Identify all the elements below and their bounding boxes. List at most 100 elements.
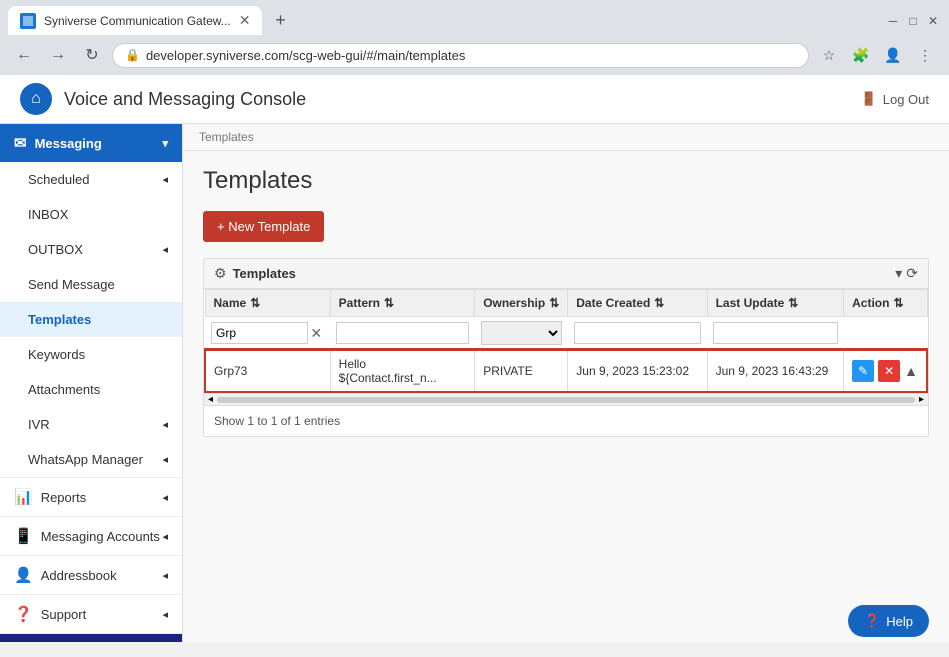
scroll-up-button[interactable]: ▲ (904, 363, 918, 379)
window-restore-button[interactable]: □ (905, 13, 921, 29)
tab-favicon (20, 13, 36, 29)
sidebar-item-whatsapp[interactable]: WhatsApp Manager ◂ (0, 442, 182, 477)
sidebar-item-ivr[interactable]: IVR ◂ (0, 407, 182, 442)
menu-icon[interactable]: ⋮ (911, 41, 939, 69)
sidebar-item-app-wizard[interactable]: ⬡ Application Wizard BETA (0, 634, 182, 642)
breadcrumb: Templates (183, 124, 949, 151)
col-ownership[interactable]: Ownership⇅ (475, 290, 568, 317)
reports-icon: 📊 (14, 488, 33, 506)
sidebar-item-keywords[interactable]: Keywords (0, 337, 182, 372)
support-label: Support (41, 607, 87, 622)
filter-row: ✕ PRIVATE (205, 317, 927, 351)
filter-last-update-cell[interactable] (707, 317, 844, 351)
table-footer: Show 1 to 1 of 1 entries (204, 405, 928, 436)
table-toolbar: ⚙ Templates ▾ ⟳ (204, 259, 928, 289)
new-template-button[interactable]: + New Template (203, 211, 324, 242)
sidebar-item-scheduled[interactable]: Scheduled ◂ (0, 162, 182, 197)
scroll-right-icon[interactable]: ▸ (919, 394, 924, 405)
forward-button[interactable]: → (44, 41, 72, 69)
tab-bar: Syniverse Communication Gatew... ✕ + ─ □… (0, 0, 949, 35)
tab-title: Syniverse Communication Gatew... (44, 14, 231, 28)
browser-nav: ← → ↻ 🔒 ☆ 🧩 👤 ⋮ (0, 35, 949, 75)
cell-pattern: Hello ${Contact.first_n... (330, 350, 475, 392)
sidebar-item-templates[interactable]: Templates (0, 302, 182, 337)
addressbook-section: 👤 Addressbook ◂ (0, 556, 182, 595)
app-body: ✉ Messaging ▾ Scheduled ◂ INBOX OUTBOX ◂… (0, 124, 949, 642)
filter-last-update-input[interactable] (713, 322, 838, 344)
sidebar-item-support[interactable]: ❓ Support ◂ (0, 595, 182, 633)
messaging-section: ✉ Messaging ▾ Scheduled ◂ INBOX OUTBOX ◂… (0, 124, 182, 478)
filter-name-clear-button[interactable]: ✕ (308, 325, 324, 342)
delete-button[interactable]: ✕ (878, 360, 900, 382)
extensions-icon[interactable]: 🧩 (847, 41, 875, 69)
sidebar-item-messaging[interactable]: ✉ Messaging ▾ (0, 124, 182, 162)
cell-name: Grp73 (205, 350, 330, 392)
table-horizontal-scrollbar[interactable]: ◂ ▸ (204, 393, 928, 405)
filter-date-created-cell[interactable] (568, 317, 707, 351)
cell-last-update: Jun 9, 2023 16:43:29 (707, 350, 844, 392)
browser-tab-active[interactable]: Syniverse Communication Gatew... ✕ (8, 6, 262, 35)
back-button[interactable]: ← (10, 41, 38, 69)
filter-action-cell (844, 317, 927, 351)
filter-ownership-select[interactable]: PRIVATE PUBLIC (481, 321, 562, 345)
filter-ownership-cell[interactable]: PRIVATE PUBLIC (475, 317, 568, 351)
messaging-accounts-chevron-icon: ◂ (162, 530, 168, 543)
sidebar-item-addressbook[interactable]: 👤 Addressbook ◂ (0, 556, 182, 594)
help-button[interactable]: ❓ Help (848, 605, 929, 637)
table-entries-count: Show 1 to 1 of 1 entries (214, 414, 340, 428)
close-tab-icon[interactable]: ✕ (239, 12, 251, 29)
home-icon[interactable]: ⌂ (20, 83, 52, 115)
filter-pattern-cell[interactable] (330, 317, 475, 351)
page-content: Templates + New Template ⚙ Templates ▾ ⟳ (183, 151, 949, 453)
scroll-left-icon[interactable]: ◂ (208, 394, 213, 405)
messaging-accounts-section: 📱 Messaging Accounts ◂ (0, 517, 182, 556)
sidebar-item-inbox[interactable]: INBOX (0, 197, 182, 232)
address-bar[interactable]: 🔒 (112, 43, 809, 68)
messaging-chevron-icon: ▾ (162, 137, 168, 150)
new-tab-button[interactable]: + (266, 7, 294, 35)
scheduled-label: Scheduled (28, 172, 89, 187)
filter-pattern-input[interactable] (336, 322, 469, 344)
table-refresh-button[interactable]: ⟳ (906, 265, 918, 282)
col-date-created[interactable]: Date Created⇅ (568, 290, 707, 317)
profile-icon[interactable]: 👤 (879, 41, 907, 69)
sidebar-item-reports[interactable]: 📊 Reports ◂ (0, 478, 182, 516)
logout-button[interactable]: 🚪 Log Out (861, 91, 929, 107)
bookmark-icon[interactable]: ☆ (815, 41, 843, 69)
sidebar-item-attachments[interactable]: Attachments (0, 372, 182, 407)
table-header-row: Name⇅ Pattern⇅ Ownership⇅ (205, 290, 927, 317)
window-close-button[interactable]: ✕ (925, 13, 941, 29)
main-content: Templates Templates + New Template ⚙ Tem… (183, 124, 949, 642)
table-collapse-button[interactable]: ▾ (895, 265, 902, 282)
table-header-label: Templates (233, 266, 296, 281)
col-action[interactable]: Action⇅ (844, 290, 927, 317)
messaging-icon: ✉ (14, 134, 27, 152)
templates-label: Templates (28, 312, 91, 327)
col-name[interactable]: Name⇅ (205, 290, 330, 317)
sidebar: ✉ Messaging ▾ Scheduled ◂ INBOX OUTBOX ◂… (0, 124, 183, 642)
support-icon: ❓ (14, 605, 33, 623)
sidebar-item-outbox[interactable]: OUTBOX ◂ (0, 232, 182, 267)
filter-name-input[interactable] (211, 322, 308, 344)
support-section: ❓ Support ◂ (0, 595, 182, 634)
table-header-icons: ▾ ⟳ (895, 265, 918, 282)
col-pattern[interactable]: Pattern⇅ (330, 290, 475, 317)
inbox-label: INBOX (28, 207, 68, 222)
keywords-label: Keywords (28, 347, 85, 362)
cell-ownership: PRIVATE (475, 350, 568, 392)
col-last-update[interactable]: Last Update⇅ (707, 290, 844, 317)
window-minimize-button[interactable]: ─ (885, 13, 901, 29)
addressbook-label: Addressbook (41, 568, 117, 583)
outbox-label: OUTBOX (28, 242, 83, 257)
reload-button[interactable]: ↻ (78, 41, 106, 69)
messaging-accounts-label: Messaging Accounts (41, 529, 160, 544)
sidebar-item-send-message[interactable]: Send Message (0, 267, 182, 302)
templates-table: Name⇅ Pattern⇅ Ownership⇅ (204, 289, 928, 393)
filter-date-created-input[interactable] (574, 322, 701, 344)
sidebar-item-messaging-accounts[interactable]: 📱 Messaging Accounts ◂ (0, 517, 182, 555)
filter-name-cell[interactable]: ✕ (205, 317, 330, 351)
action-buttons: ✎ ✕ ▲ (852, 360, 918, 382)
edit-button[interactable]: ✎ (852, 360, 874, 382)
attachments-label: Attachments (28, 382, 100, 397)
address-input[interactable] (146, 48, 796, 63)
